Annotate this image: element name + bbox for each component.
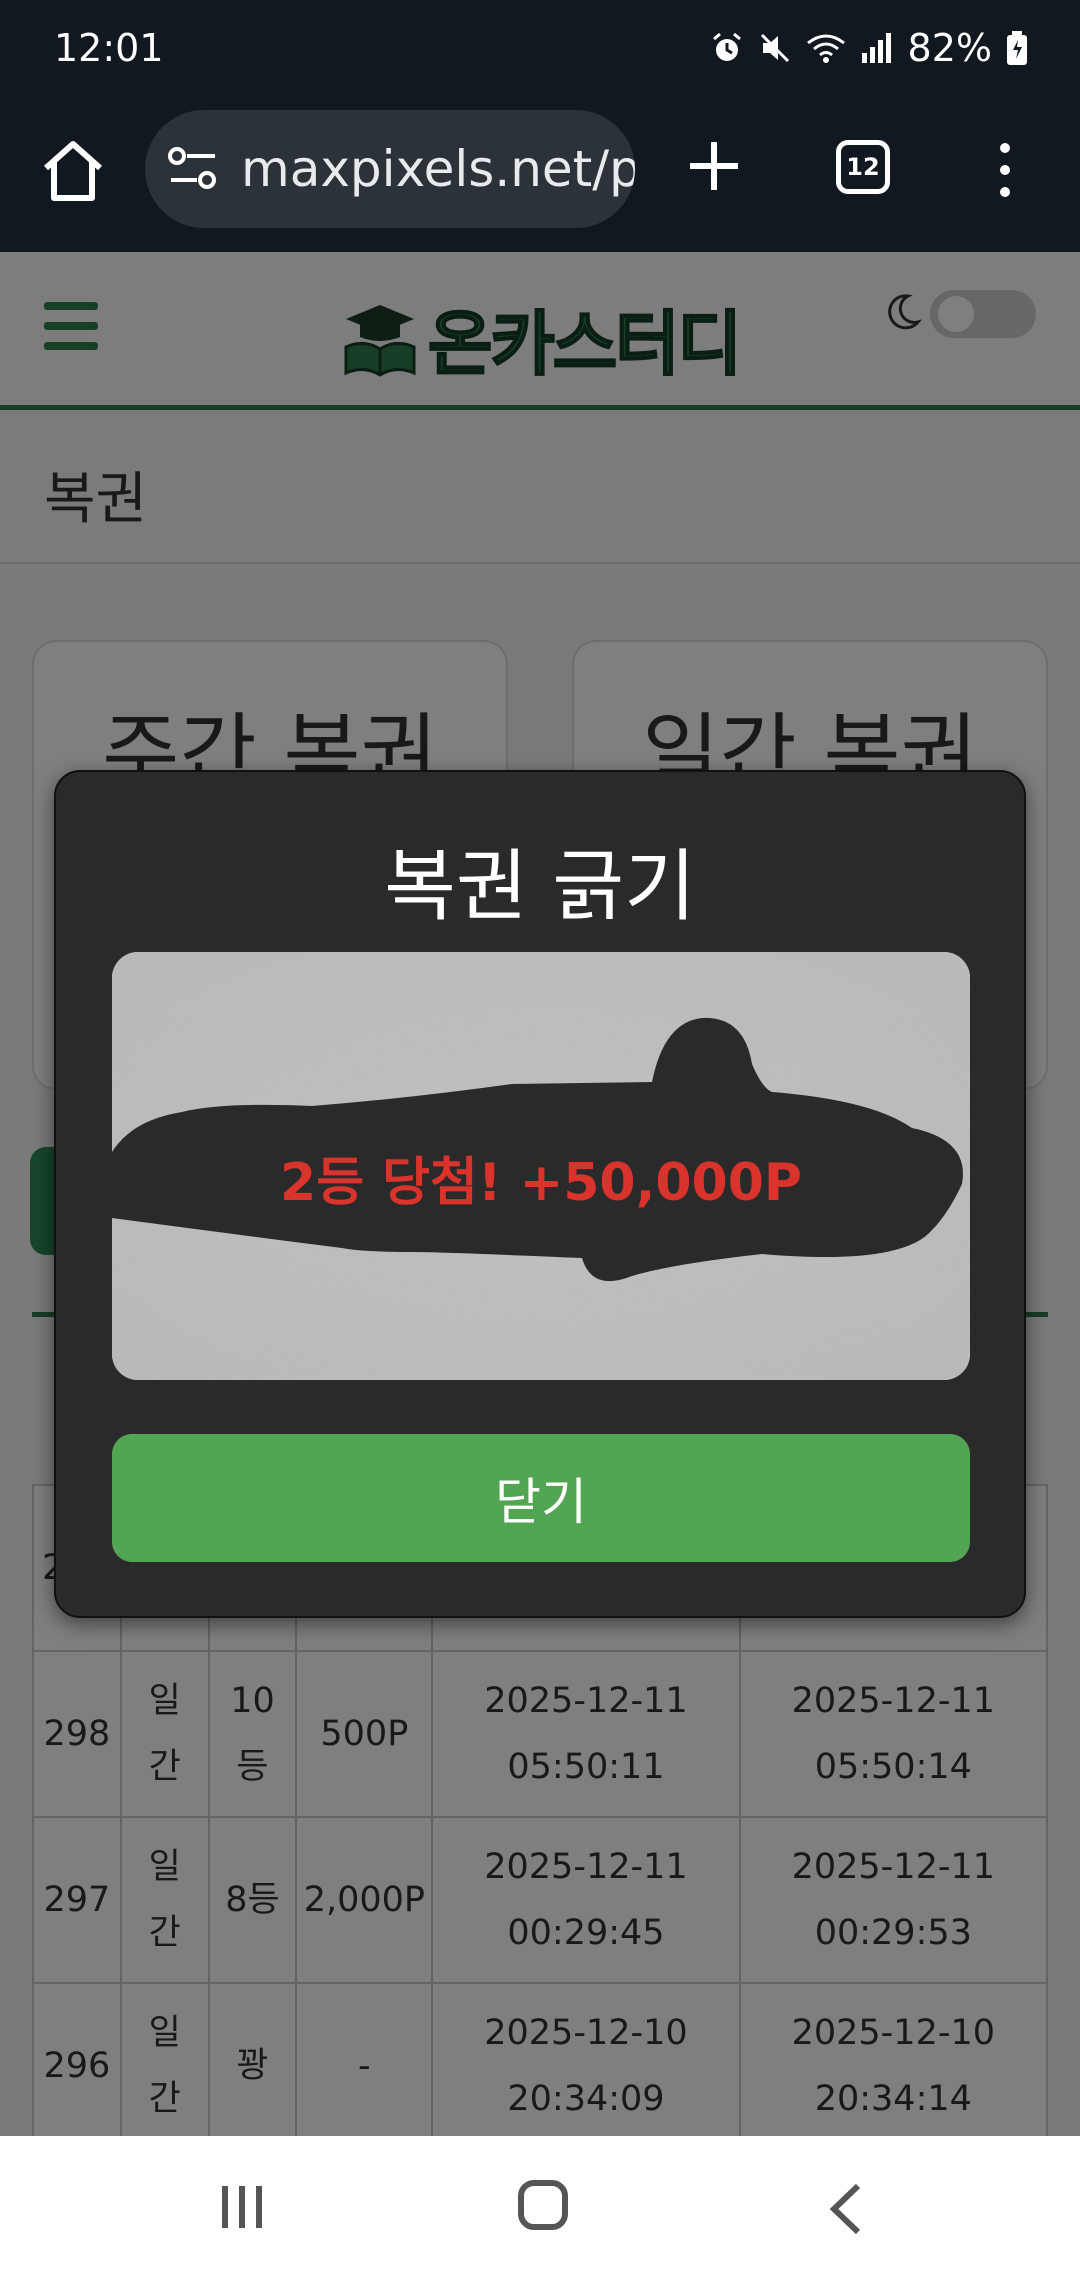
home-icon[interactable] [38, 136, 108, 206]
mute-icon [760, 33, 789, 63]
status-icons: 82% [710, 26, 1028, 70]
system-navigation-bar [0, 2136, 1080, 2280]
url-text: maxpixels.net/p [241, 140, 635, 198]
status-bar: 12:01 82% [0, 0, 1080, 100]
home-nav-icon[interactable] [518, 2180, 568, 2230]
site-settings-icon[interactable] [167, 146, 219, 192]
status-time: 12:01 [54, 26, 164, 70]
battery-icon [1007, 31, 1027, 65]
battery-percent: 82% [907, 26, 992, 70]
scratch-card[interactable]: 2등 당첨! +50,000P [112, 952, 970, 1380]
more-options-icon[interactable] [990, 140, 1020, 200]
prize-result-text: 2등 당첨! +50,000P [280, 1153, 802, 1213]
wifi-icon [806, 34, 845, 63]
tab-switcher-button[interactable]: 12 [836, 140, 890, 194]
recent-apps-icon[interactable] [218, 2182, 266, 2232]
address-bar[interactable]: maxpixels.net/p [145, 110, 635, 228]
modal-title: 복권 긁기 [384, 842, 696, 932]
new-tab-icon[interactable] [682, 134, 746, 198]
back-icon[interactable] [826, 2182, 866, 2236]
alarm-icon [712, 32, 741, 61]
signal-icon [861, 33, 891, 63]
scratch-lottery-modal: 복권 긁기 2등 당첨! +50,000P 닫기 [54, 770, 1026, 1618]
browser-toolbar: maxpixels.net/p 12 [0, 100, 1080, 252]
close-button[interactable]: 닫기 [112, 1434, 970, 1562]
